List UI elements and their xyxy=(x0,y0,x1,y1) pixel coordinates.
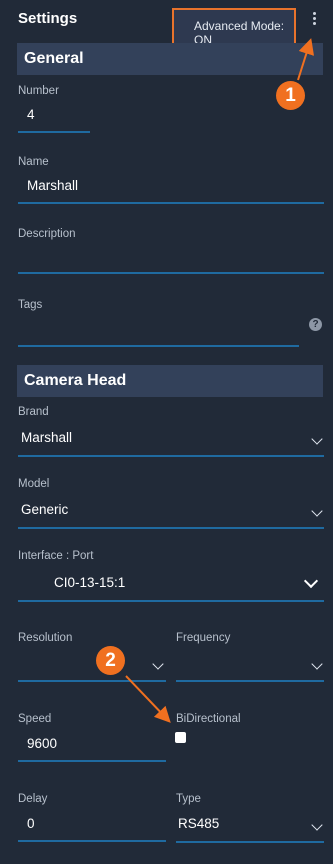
annotation-arrow-1 xyxy=(297,38,315,81)
annotation-arrow-2 xyxy=(125,675,171,723)
annotation-badge-2: 2 xyxy=(96,646,125,675)
annotation-arrows xyxy=(125,38,315,723)
annotation-badge-1: 1 xyxy=(276,81,305,110)
